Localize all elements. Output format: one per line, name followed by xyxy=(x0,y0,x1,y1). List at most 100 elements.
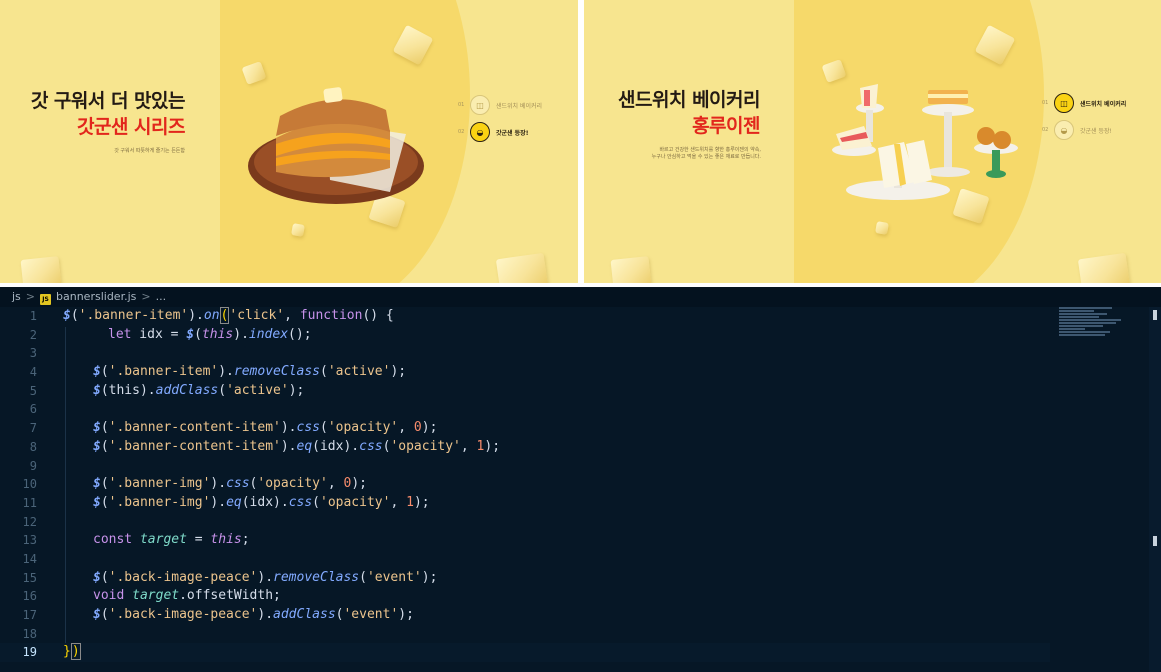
code-line[interactable]: 12 xyxy=(0,513,1050,532)
code-token: const xyxy=(93,532,133,548)
banner-nav: 01 ◫ 샌드위치 베이커리 02 ◒ 갓군샌 등장! xyxy=(1042,91,1126,145)
code-token: $ xyxy=(93,569,101,585)
code-token: ( xyxy=(100,494,109,510)
code-line[interactable]: 13 const target = this; xyxy=(0,531,1050,550)
banner-item-label: 갓군샌 등장! xyxy=(496,129,529,137)
banner-item-gatgunsan[interactable]: 02 ◒ 갓군샌 등장! xyxy=(1042,118,1126,142)
code-editor[interactable]: js > JS bannerslider.js >... 1 $('.banner-ite… xyxy=(0,287,1161,672)
minimap[interactable] xyxy=(1059,307,1147,341)
butter-cube xyxy=(291,223,305,237)
banner-title: 갓 구워서 더 맛있는 갓군샌 시리즈 xyxy=(10,88,186,140)
banner-item-sandwich-bakery[interactable]: 01 ◫ 샌드위치 베이커리 xyxy=(458,93,542,117)
code-line[interactable]: 10 $('.banner-img').css('opacity', 0); xyxy=(0,475,1050,494)
scrollbar-marker xyxy=(1153,536,1157,546)
code-token: , xyxy=(327,476,344,492)
code-line[interactable]: 1 $('.banner-item').on('click', function(… xyxy=(0,307,1050,326)
line-number: 8 xyxy=(29,439,37,454)
code-token: '.back-image-peace' xyxy=(108,607,258,622)
code-token: ( xyxy=(100,420,109,436)
matching-bracket: ) xyxy=(70,643,81,661)
code-line[interactable]: 4 $('.banner-item').removeClass('active')… xyxy=(0,363,1050,382)
banner-subtitle-line1: 바르고 건강한 샌드위치를 향한 홍루이젠의 약속, xyxy=(659,147,761,153)
code-token: void xyxy=(93,588,125,604)
code-token: addClass xyxy=(155,382,219,398)
code-line[interactable]: 8 $('.banner-content-item').eq(idx).css('… xyxy=(0,438,1050,457)
code-token: ); xyxy=(351,476,367,492)
code-line-current[interactable]: 19}) xyxy=(0,643,1050,663)
code-line[interactable]: 17 $('.back-image-peace').addClass('event… xyxy=(0,606,1050,625)
code-line[interactable]: 15 $('.back-image-peace').removeClass('ev… xyxy=(0,569,1050,588)
vertical-scrollbar[interactable] xyxy=(1149,307,1161,672)
sandwich-display-image xyxy=(832,84,1018,200)
code-line[interactable]: 5 $(this).addClass('active'); xyxy=(0,382,1050,401)
code-token: ( xyxy=(100,438,109,454)
code-line[interactable]: 14 xyxy=(0,550,1050,569)
banner-item-number: 02 xyxy=(458,129,465,135)
banner-slide-gatgunsan: 갓 구워서 더 맛있는 갓군샌 시리즈 갓 구워서 따뜻하게 즐기는 든든함 0… xyxy=(0,0,578,283)
line-number: 13 xyxy=(22,533,37,548)
banner-item-sandwich-bakery[interactable]: 01 ◫ 샌드위치 베이커리 xyxy=(1042,91,1126,115)
code-token: removeClass xyxy=(233,364,320,380)
code-token: ). xyxy=(188,308,204,323)
line-number: 4 xyxy=(29,365,37,380)
chevron-right-icon: > xyxy=(141,290,151,303)
code-token: $ xyxy=(93,420,101,436)
matching-bracket: ( xyxy=(219,307,230,324)
code-token: eq xyxy=(226,494,242,510)
code-token: $ xyxy=(186,326,195,342)
banner-item-number: 02 xyxy=(1042,127,1049,133)
bread-icon: ◫ xyxy=(1054,93,1074,113)
line-number: 14 xyxy=(22,551,37,566)
code-token: ( xyxy=(100,569,109,585)
code-line[interactable]: 2 let idx = $(this).index(); xyxy=(0,326,1050,345)
code-token: ( xyxy=(359,569,367,585)
code-token: css xyxy=(226,476,250,492)
code-token: css xyxy=(296,420,320,436)
code-token: (idx). xyxy=(241,494,289,510)
code-line[interactable]: 3 xyxy=(0,344,1050,363)
code-line[interactable]: 6 xyxy=(0,400,1050,419)
chevron-right-icon: > xyxy=(25,290,36,303)
breadcrumb-folder[interactable]: js xyxy=(12,290,21,303)
code-line[interactable]: 18 xyxy=(0,625,1050,644)
banner-subtitle-line2: 누구나 안심하고 먹을 수 있는 좋은 재료로 만듭니다. xyxy=(651,154,761,160)
code-token: ( xyxy=(218,382,227,398)
breadcrumb-symbol[interactable]: ... xyxy=(156,290,167,303)
banner-nav: 01 ◫ 샌드위치 베이커리 02 ◒ 갓군샌 등장! xyxy=(458,93,542,147)
butter-cube xyxy=(875,221,889,235)
code-line[interactable]: 16 void target.offsetWidth; xyxy=(0,587,1050,606)
line-number: 1 xyxy=(29,309,37,323)
code-token: 'event' xyxy=(366,569,422,585)
code-token: ( xyxy=(319,364,328,380)
line-number: 3 xyxy=(29,346,37,361)
banner-subtitle: 갓 구워서 따뜻하게 즐기는 든든함 xyxy=(114,148,185,154)
code-line[interactable]: 11 $('.banner-img').eq(idx).css('opacity'… xyxy=(0,494,1050,513)
code-token: ); xyxy=(484,438,501,454)
code-token: let xyxy=(108,326,132,342)
code-token: , xyxy=(460,438,477,454)
code-token: , xyxy=(398,420,414,436)
code-lines[interactable]: 1 $('.banner-item').on('click', function(… xyxy=(0,307,1050,663)
code-line[interactable]: 9 xyxy=(0,457,1050,476)
code-token: 1 xyxy=(406,494,414,510)
code-token: , xyxy=(284,308,300,323)
code-token: 0 xyxy=(413,420,422,436)
code-token: 'active' xyxy=(327,364,391,380)
line-number: 15 xyxy=(22,570,37,585)
banner-item-gatgunsan[interactable]: 02 ◒ 갓군샌 등장! xyxy=(458,120,542,144)
code-token: 'event' xyxy=(343,607,399,622)
banner-item-number: 01 xyxy=(458,102,465,108)
code-token: '.banner-img' xyxy=(108,476,211,492)
code-token: on xyxy=(203,308,220,323)
line-number: 2 xyxy=(29,327,37,342)
code-token: 'active' xyxy=(226,382,289,398)
code-token: $ xyxy=(93,364,101,380)
line-number: 10 xyxy=(22,477,37,492)
code-line[interactable]: 7 $('.banner-content-item').css('opacity'… xyxy=(0,419,1050,438)
butter-cube xyxy=(610,256,652,283)
banner-slide-hongruizhen: 샌드위치 베이커리 홍루이젠 바르고 건강한 샌드위치를 향한 홍루이젠의 약속… xyxy=(584,0,1161,283)
code-token: ). xyxy=(233,326,249,342)
breadcrumb-file[interactable]: bannerslider.js xyxy=(56,290,136,303)
banner-title-line2: 갓군샌 시리즈 xyxy=(77,116,186,138)
